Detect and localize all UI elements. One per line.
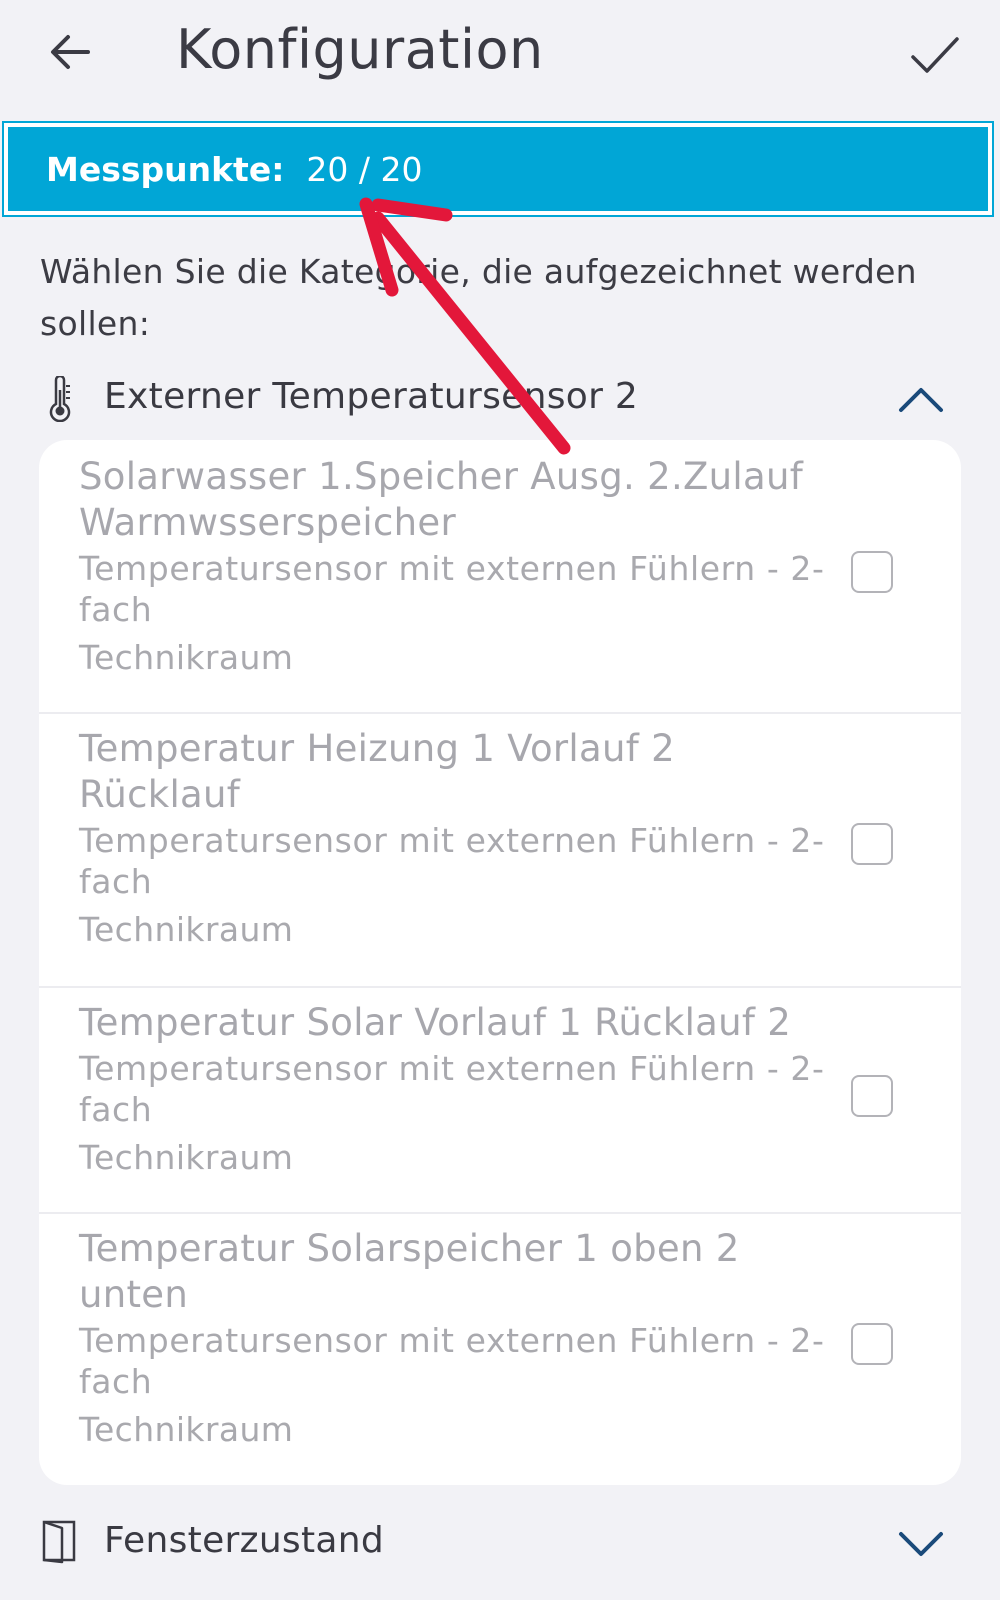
thermometer-icon <box>49 376 71 422</box>
item-checkbox[interactable] <box>851 823 893 865</box>
category-label: Fensterzustand <box>104 1520 385 1561</box>
item-room: Technikraum <box>79 638 294 677</box>
measurement-points-banner: Messpunkte: 20 / 20 <box>2 121 994 217</box>
confirm-button[interactable] <box>902 22 968 88</box>
category-external-temperature-sensor[interactable]: Externer Temperatursensor 2 <box>0 364 1000 434</box>
sensor-list-card: Solarwasser 1.Speicher Ausg. 2.Zulauf Wa… <box>39 440 961 1485</box>
chevron-up-icon[interactable] <box>896 382 946 416</box>
item-checkbox[interactable] <box>851 1323 893 1365</box>
item-checkbox[interactable] <box>851 551 893 593</box>
arrow-left-icon <box>51 35 90 69</box>
list-item[interactable]: Temperatur Solarspeicher 1 oben 2 unten … <box>39 1212 961 1485</box>
item-type: Temperatursensor mit externen Fühlern - … <box>79 1321 825 1401</box>
divider <box>39 712 961 714</box>
measurement-points-value: 20 / 20 <box>306 149 423 189</box>
chevron-down-icon[interactable] <box>896 1526 946 1560</box>
item-type: Temperatursensor mit externen Fühlern - … <box>79 1049 825 1129</box>
item-name: Temperatur Solar Vorlauf 1 Rücklauf 2 <box>79 1001 792 1044</box>
divider <box>39 986 961 988</box>
instruction-text: Wählen Sie die Kategorie, die aufgezeich… <box>40 252 917 343</box>
category-label: Externer Temperatursensor 2 <box>104 376 639 417</box>
item-room: Technikraum <box>79 910 294 949</box>
list-item[interactable]: Temperatur Solar Vorlauf 1 Rücklauf 2 Te… <box>39 986 961 1212</box>
item-type: Temperatursensor mit externen Fühlern - … <box>79 549 825 629</box>
list-item[interactable]: Solarwasser 1.Speicher Ausg. 2.Zulauf Wa… <box>39 440 961 712</box>
measurement-points-label: Messpunkte: <box>46 149 285 189</box>
item-name: Temperatur Solarspeicher 1 oben 2 unten <box>79 1227 740 1316</box>
item-room: Technikraum <box>79 1410 294 1449</box>
item-name: Temperatur Heizung 1 Vorlauf 2 Rücklauf <box>79 727 675 816</box>
back-button[interactable] <box>40 22 100 82</box>
page-title: Konfiguration <box>176 18 544 81</box>
divider <box>39 1212 961 1214</box>
item-checkbox[interactable] <box>851 1075 893 1117</box>
app-header: Konfiguration <box>0 0 1000 110</box>
item-type: Temperatursensor mit externen Fühlern - … <box>79 821 825 901</box>
item-room: Technikraum <box>79 1138 294 1177</box>
window-icon <box>42 1520 76 1564</box>
item-name: Solarwasser 1.Speicher Ausg. 2.Zulauf Wa… <box>79 455 804 544</box>
category-window-state[interactable]: Fensterzustand <box>0 1508 1000 1578</box>
checkmark-icon <box>911 37 959 73</box>
list-item[interactable]: Temperatur Heizung 1 Vorlauf 2 Rücklauf … <box>39 712 961 986</box>
